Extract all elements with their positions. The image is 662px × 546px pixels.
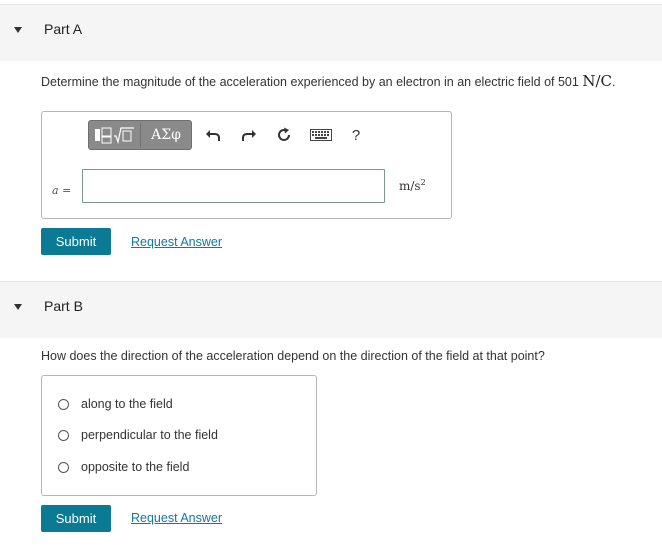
- collapse-caret-icon[interactable]: [14, 304, 22, 310]
- part-a-question-unit: N/C: [582, 72, 612, 90]
- choice-label: along to the field: [81, 397, 173, 411]
- choice-label: perpendicular to the field: [81, 428, 218, 442]
- choice-perpendicular[interactable]: perpendicular to the field: [58, 427, 218, 443]
- part-a-title: Part A: [44, 21, 83, 37]
- part-b-submit-button[interactable]: Submit: [41, 505, 111, 532]
- part-a-submit-button[interactable]: Submit: [41, 228, 111, 255]
- templates-button[interactable]: [89, 121, 139, 149]
- answer-input[interactable]: [82, 169, 385, 203]
- choice-opposite[interactable]: opposite to the field: [58, 459, 189, 475]
- variable-label: a =: [52, 184, 72, 197]
- part-b-question: How does the direction of the accelerati…: [41, 349, 545, 363]
- choices-box: along to the field perpendicular to the …: [41, 375, 317, 496]
- choice-label: opposite to the field: [81, 460, 190, 474]
- radio-button[interactable]: [58, 398, 69, 410]
- unit-label: m/s2: [399, 178, 426, 193]
- part-a-question-end: .: [611, 75, 616, 89]
- part-a-header[interactable]: Part A: [0, 4, 662, 61]
- radio-button[interactable]: [58, 429, 69, 441]
- keyboard-icon: [310, 129, 332, 141]
- greek-symbols-button[interactable]: ΑΣφ: [141, 121, 191, 149]
- keyboard-button[interactable]: [308, 120, 334, 150]
- toolbar-group: ΑΣφ: [88, 120, 192, 150]
- reset-button[interactable]: [273, 120, 295, 150]
- templates-icon: [95, 127, 134, 145]
- radio-button[interactable]: [58, 461, 69, 473]
- part-b-request-answer-link[interactable]: Request Answer: [131, 511, 222, 525]
- choice-along[interactable]: along to the field: [58, 396, 173, 412]
- unit-exponent: 2: [420, 178, 426, 187]
- part-a-request-answer-link[interactable]: Request Answer: [131, 235, 222, 249]
- part-b-header[interactable]: Part B: [0, 281, 662, 338]
- reset-icon: [278, 127, 290, 141]
- collapse-caret-icon[interactable]: [14, 27, 22, 33]
- answer-box: ΑΣφ ? a = m/s2: [41, 111, 452, 219]
- undo-button[interactable]: [202, 120, 224, 150]
- undo-icon: [206, 130, 220, 141]
- help-button[interactable]: ?: [348, 120, 364, 150]
- redo-icon: [242, 130, 256, 141]
- part-a-question-text: Determine the magnitude of the accelerat…: [41, 75, 579, 89]
- part-a-question: Determine the magnitude of the accelerat…: [41, 72, 615, 90]
- redo-button[interactable]: [238, 120, 260, 150]
- part-b-title: Part B: [44, 298, 83, 314]
- unit-base: m/s: [399, 179, 421, 193]
